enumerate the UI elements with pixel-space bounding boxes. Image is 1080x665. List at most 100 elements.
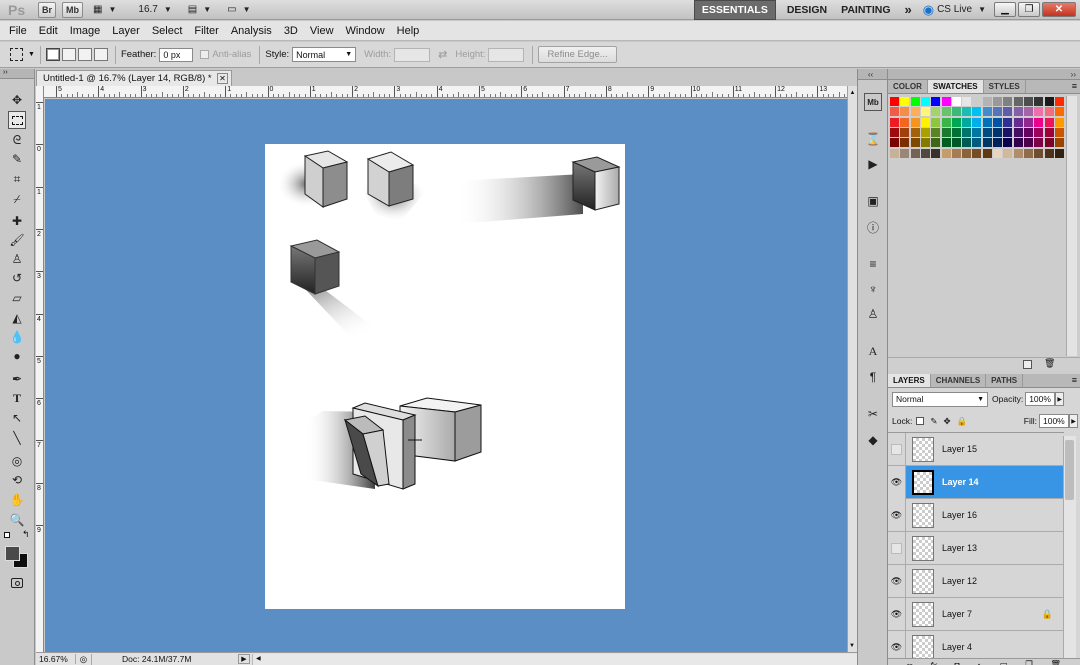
layer-row[interactable]: 👁 Layer 4 <box>888 630 1063 658</box>
color-swatch[interactable] <box>972 148 982 158</box>
color-swatch[interactable] <box>972 117 982 127</box>
color-swatch[interactable] <box>1023 97 1033 106</box>
color-swatch[interactable] <box>890 127 899 137</box>
color-swatch[interactable] <box>982 127 992 137</box>
color-swatch[interactable] <box>962 138 972 148</box>
color-swatch[interactable] <box>1034 117 1044 127</box>
opacity-slider-arrow-icon[interactable]: ▶ <box>1055 392 1065 406</box>
color-swatch[interactable] <box>910 97 920 106</box>
subtract-from-selection-button[interactable] <box>77 48 92 61</box>
toolbox-collapse-bar[interactable]: ›› <box>0 69 34 79</box>
color-swatch[interactable] <box>972 97 982 106</box>
workspace-painting[interactable]: PAINTING <box>834 0 897 20</box>
color-swatch[interactable] <box>1034 127 1044 137</box>
color-swatch[interactable] <box>982 97 992 106</box>
tab-channels[interactable]: CHANNELS <box>931 374 987 387</box>
actions-panel-icon[interactable]: ▶ <box>864 155 882 173</box>
menu-analysis[interactable]: Analysis <box>225 21 278 41</box>
spot-healing-tool-icon[interactable]: ✚ <box>8 212 26 230</box>
color-swatch[interactable] <box>1023 107 1033 117</box>
color-swatch[interactable] <box>920 97 930 106</box>
panel-dock-collapse[interactable]: ›› <box>888 69 1080 80</box>
info-panel-icon[interactable]: ⓘ <box>864 218 882 236</box>
horizontal-scrollbar[interactable]: ◀ <box>252 653 857 665</box>
color-swatch[interactable] <box>951 97 961 106</box>
bridge-button[interactable]: Br <box>38 1 57 18</box>
workspace-design[interactable]: DESIGN <box>780 0 834 20</box>
quick-selection-tool-icon[interactable]: ✎ <box>8 150 26 168</box>
scroll-up-icon[interactable]: ▲ <box>848 90 857 96</box>
color-swatch[interactable] <box>920 107 930 117</box>
clone-source-panel-icon[interactable]: ♙ <box>864 305 882 323</box>
color-swatch[interactable] <box>1023 117 1033 127</box>
hand-tool-icon[interactable]: ✋ <box>8 491 26 509</box>
fill-slider-arrow-icon[interactable]: ▶ <box>1069 414 1078 428</box>
new-swatch-icon[interactable] <box>1023 360 1032 369</box>
color-swatch[interactable] <box>1044 107 1054 117</box>
color-swatch[interactable] <box>982 107 992 117</box>
color-swatch[interactable] <box>890 148 899 158</box>
layer-visibility-toggle[interactable]: 👁 <box>888 465 906 499</box>
color-swatch[interactable] <box>1003 138 1013 148</box>
color-swatch[interactable] <box>993 138 1002 148</box>
tab-paths[interactable]: PATHS <box>986 374 1024 387</box>
color-swatch[interactable] <box>890 117 899 127</box>
tab-swatches[interactable]: SWATCHES <box>927 80 984 93</box>
clone-stamp-tool-icon[interactable]: ♙ <box>8 250 26 268</box>
color-swatch[interactable] <box>900 107 910 117</box>
color-swatch[interactable] <box>1044 148 1054 158</box>
color-swatch[interactable] <box>900 97 910 106</box>
add-to-selection-button[interactable] <box>61 48 76 61</box>
color-swatch[interactable] <box>900 138 910 148</box>
3d-orbit-tool-icon[interactable]: ⟲ <box>8 471 26 489</box>
menu-select[interactable]: Select <box>146 21 189 41</box>
lasso-tool-icon[interactable]: ᘓ <box>8 131 26 149</box>
layer-visibility-toggle[interactable]: 👁 <box>888 630 906 658</box>
brush-tool-icon[interactable]: 🖌 <box>8 231 26 249</box>
lock-all-icon[interactable]: 🔒 <box>957 416 968 427</box>
height-input[interactable] <box>488 47 525 62</box>
color-swatch[interactable] <box>1054 117 1064 127</box>
color-swatch[interactable] <box>1054 97 1064 106</box>
color-swatch[interactable] <box>920 148 930 158</box>
layer-visibility-toggle[interactable]: 👁 <box>888 597 906 631</box>
color-swatch[interactable] <box>982 148 992 158</box>
refine-edge-button[interactable]: Refine Edge... <box>538 46 617 63</box>
color-swatch[interactable] <box>931 127 941 137</box>
menu-layer[interactable]: Layer <box>106 21 146 41</box>
color-swatch[interactable] <box>962 117 972 127</box>
canvas-vertical-scrollbar[interactable]: ▲ ▼ <box>847 86 857 652</box>
status-zoom-field[interactable]: 16.67% <box>36 654 76 664</box>
panel-menu-icon[interactable]: ≡ <box>1072 81 1077 91</box>
minimize-button[interactable]: ▁ <box>994 2 1016 17</box>
color-swatch[interactable] <box>941 97 951 106</box>
color-swatch[interactable] <box>920 117 930 127</box>
status-menu-arrow-icon[interactable]: ▶ <box>238 654 250 664</box>
lock-position-icon[interactable]: ✥ <box>943 416 950 427</box>
canvas-area[interactable] <box>45 99 847 652</box>
crop-tool-icon[interactable]: ⌗ <box>8 170 26 188</box>
navigator-panel-icon[interactable]: ▣ <box>864 192 882 210</box>
color-swatch[interactable] <box>982 117 992 127</box>
color-swatch[interactable] <box>941 117 951 127</box>
color-swatch[interactable] <box>941 138 951 148</box>
color-swatch[interactable] <box>1034 107 1044 117</box>
color-swatch[interactable] <box>993 127 1002 137</box>
type-tool-icon[interactable]: T <box>8 389 26 407</box>
antialias-checkbox[interactable] <box>200 50 210 59</box>
color-swatch[interactable] <box>1023 138 1033 148</box>
color-swatch[interactable] <box>972 107 982 117</box>
color-swatch[interactable] <box>1034 148 1044 158</box>
color-swatch[interactable] <box>941 127 951 137</box>
swap-colors-icon[interactable]: ↰ <box>22 529 30 540</box>
color-swatch[interactable] <box>993 107 1002 117</box>
color-swatch[interactable] <box>951 127 961 137</box>
color-swatch[interactable] <box>900 117 910 127</box>
screen-mode-dropdown[interactable]: ▭ ▼ <box>227 4 250 15</box>
color-swatch[interactable] <box>1023 148 1033 158</box>
new-selection-button[interactable] <box>45 48 60 61</box>
color-swatch[interactable] <box>1054 127 1064 137</box>
fill-input[interactable]: 100% <box>1039 414 1069 428</box>
status-preview-icon[interactable]: ◎ <box>76 653 92 665</box>
color-swatch[interactable] <box>1003 117 1013 127</box>
